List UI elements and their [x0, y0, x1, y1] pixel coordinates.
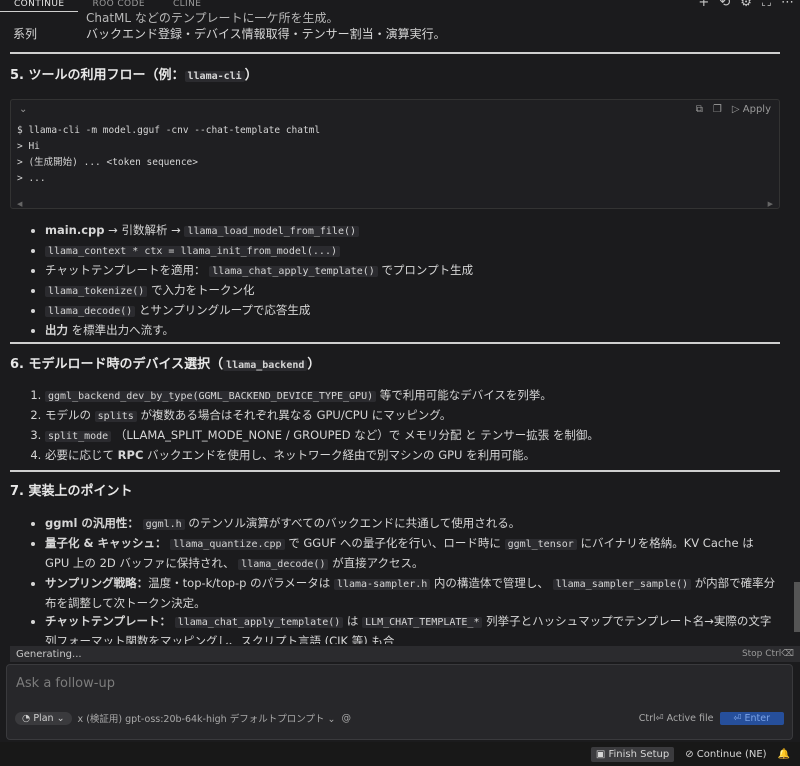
mode-label: Plan: [33, 712, 54, 724]
code-block: ⌄ ⧉ ❐ ▷ Apply $ llama-cli -m model.gguf …: [10, 99, 780, 209]
list-item: llama_context * ctx = llama_init_from_mo…: [45, 241, 780, 261]
active-file-toggle[interactable]: Ctrl⏎ Active file: [639, 713, 714, 724]
list-item: 出力 を標準出力へ流す。: [45, 321, 780, 339]
list-item: ggml の汎用性： ggml.h のテンソル演算がすべてのバックエンドに共通し…: [45, 514, 780, 534]
vertical-scrollbar[interactable]: [794, 582, 800, 632]
flow-bullet-list: main.cpp → 引数解析 → llama_load_model_from_…: [10, 221, 780, 339]
generating-status: Generating... Stop Ctrl⌫: [10, 646, 800, 662]
enter-button[interactable]: ⏎ Enter: [719, 711, 784, 725]
finish-setup-button[interactable]: ▣ Finish Setup: [590, 746, 675, 762]
impl-points-list: ggml の汎用性： ggml.h のテンソル演算がすべてのバックエンドに共通し…: [10, 514, 780, 644]
scroll-left-icon[interactable]: ◀: [17, 200, 22, 208]
row-value: バックエンド登録・デバイス情報取得・テンサー割当・演算実行。: [86, 27, 446, 41]
plus-icon[interactable]: +: [698, 0, 709, 9]
model-label: x (検証用) gpt-oss:20b-64k-high デフォルトプロンプト: [77, 714, 325, 725]
list-item: 必要に応じて RPC バックエンドを使用し、ネットワーク経由で別マシンの GPU…: [45, 446, 780, 464]
top-toolbar: + ⟲ ⚙ ⛶ ⋯: [698, 0, 794, 9]
scroll-right-icon[interactable]: ▶: [768, 200, 773, 208]
model-select[interactable]: x (検証用) gpt-oss:20b-64k-high デフォルトプロンプト …: [78, 711, 336, 725]
follow-up-input[interactable]: Ask a follow-up: [16, 676, 115, 691]
divider: [10, 342, 780, 344]
insert-icon[interactable]: ⧉: [696, 104, 703, 115]
list-item: チャットテンプレートを適用： llama_chat_apply_template…: [45, 261, 780, 281]
section-7-heading: 7. 実装上のポイント: [10, 484, 133, 499]
chevron-down-icon: ⌄: [327, 714, 336, 725]
apply-button[interactable]: ▷ Apply: [732, 104, 771, 115]
row-key: 系列: [13, 27, 38, 41]
chat-response: ChatML などのテンプレートに一ケ所を生成。 系列 バックエンド登録・デバイ…: [10, 12, 780, 644]
finish-setup-label: Finish Setup: [608, 748, 670, 760]
list-item: split_mode （LLAMA_SPLIT_MODE_NONE / GROU…: [45, 426, 780, 446]
plan-icon: ◔: [22, 712, 31, 724]
list-item: llama_decode() とサンプリングループで応答生成: [45, 301, 780, 321]
horizontal-scrollbar[interactable]: ◀ ▶: [17, 200, 773, 208]
mode-select[interactable]: ◔ Plan ⌄: [15, 711, 72, 725]
apply-label: Apply: [742, 103, 771, 115]
list-item: llama_tokenize() で入力をトークン化: [45, 281, 780, 301]
no-entry-icon: ⊘: [685, 748, 694, 760]
tab-continue[interactable]: CONTINUE: [0, 0, 79, 12]
status-footer: ▣ Finish Setup ⊘ Continue (NE) 🔔: [0, 742, 800, 766]
device-select-list: ggml_backend_dev_by_type(GGML_BACKEND_DE…: [10, 386, 780, 464]
table-row: ChatML などのテンプレートに一ケ所を生成。: [10, 12, 780, 26]
chevron-down-icon[interactable]: ⌄: [19, 104, 27, 115]
at-mention-icon[interactable]: @: [341, 713, 351, 724]
code-line: > Hi: [17, 141, 40, 152]
copy-icon[interactable]: ❐: [713, 104, 722, 115]
tab-roo-code[interactable]: ROO CODE: [78, 0, 158, 12]
chevron-down-icon: ⌄: [56, 712, 65, 724]
generating-label: Generating...: [16, 648, 82, 660]
row-value: ChatML などのテンプレートに一ケ所を生成。: [86, 12, 339, 25]
divider: [10, 52, 780, 54]
row-key: [10, 12, 86, 26]
more-icon[interactable]: ⋯: [781, 0, 794, 9]
list-item: main.cpp → 引数解析 → llama_load_model_from_…: [45, 221, 780, 241]
expand-icon[interactable]: ⛶: [762, 0, 771, 9]
continue-status-label: Continue (NE): [696, 748, 767, 760]
continue-status-button[interactable]: ⊘ Continue (NE): [680, 747, 771, 762]
bell-icon[interactable]: 🔔: [778, 749, 790, 760]
play-icon: ▷: [731, 103, 740, 115]
follow-up-input-box[interactable]: Ask a follow-up ◔ Plan ⌄ x (検証用) gpt-oss…: [6, 664, 793, 740]
section-6-heading: 6. モデルロード時のデバイス選択（ llama_backend）: [10, 357, 321, 372]
setup-icon: ▣: [595, 748, 606, 760]
list-item: ggml_backend_dev_by_type(GGML_BACKEND_DE…: [45, 386, 780, 406]
list-item: モデルの splits が複数ある場合はそれぞれ異なる GPU/CPU にマッピ…: [45, 406, 780, 426]
list-item: 量子化 & キャッシュ： llama_quantize.cpp で GGUF へ…: [45, 534, 780, 574]
panel-tab-bar: CONTINUE ROO CODE CLINE + ⟲ ⚙ ⛶ ⋯: [0, 0, 800, 12]
list-item: サンプリング戦略：温度・top-k/top-p のパラメータは llama-sa…: [45, 574, 780, 612]
list-item: チャットテンプレート： llama_chat_apply_template() …: [45, 612, 780, 644]
table-row: 系列 バックエンド登録・デバイス情報取得・テンサー割当・演算実行。: [10, 26, 780, 42]
stop-button[interactable]: Stop Ctrl⌫: [742, 649, 794, 659]
history-icon[interactable]: ⟲: [719, 0, 730, 9]
code-line: $ llama-cli -m model.gguf -cnv --chat-te…: [17, 125, 321, 136]
divider: [10, 470, 780, 472]
code-line: > ...: [17, 173, 46, 184]
code-block-header: ⌄ ⧉ ❐ ▷ Apply: [11, 100, 779, 118]
input-toolbar: ◔ Plan ⌄ x (検証用) gpt-oss:20b-64k-high デフ…: [15, 711, 784, 725]
tab-cline[interactable]: CLINE: [159, 0, 215, 12]
gear-icon[interactable]: ⚙: [740, 0, 752, 9]
section-5-heading: 5. ツールの利用フロー（例： llama-cli）: [10, 68, 258, 83]
code-line: > (生成開始) ... <token sequence>: [17, 157, 198, 168]
code-lines: $ llama-cli -m model.gguf -cnv --chat-te…: [11, 118, 779, 192]
